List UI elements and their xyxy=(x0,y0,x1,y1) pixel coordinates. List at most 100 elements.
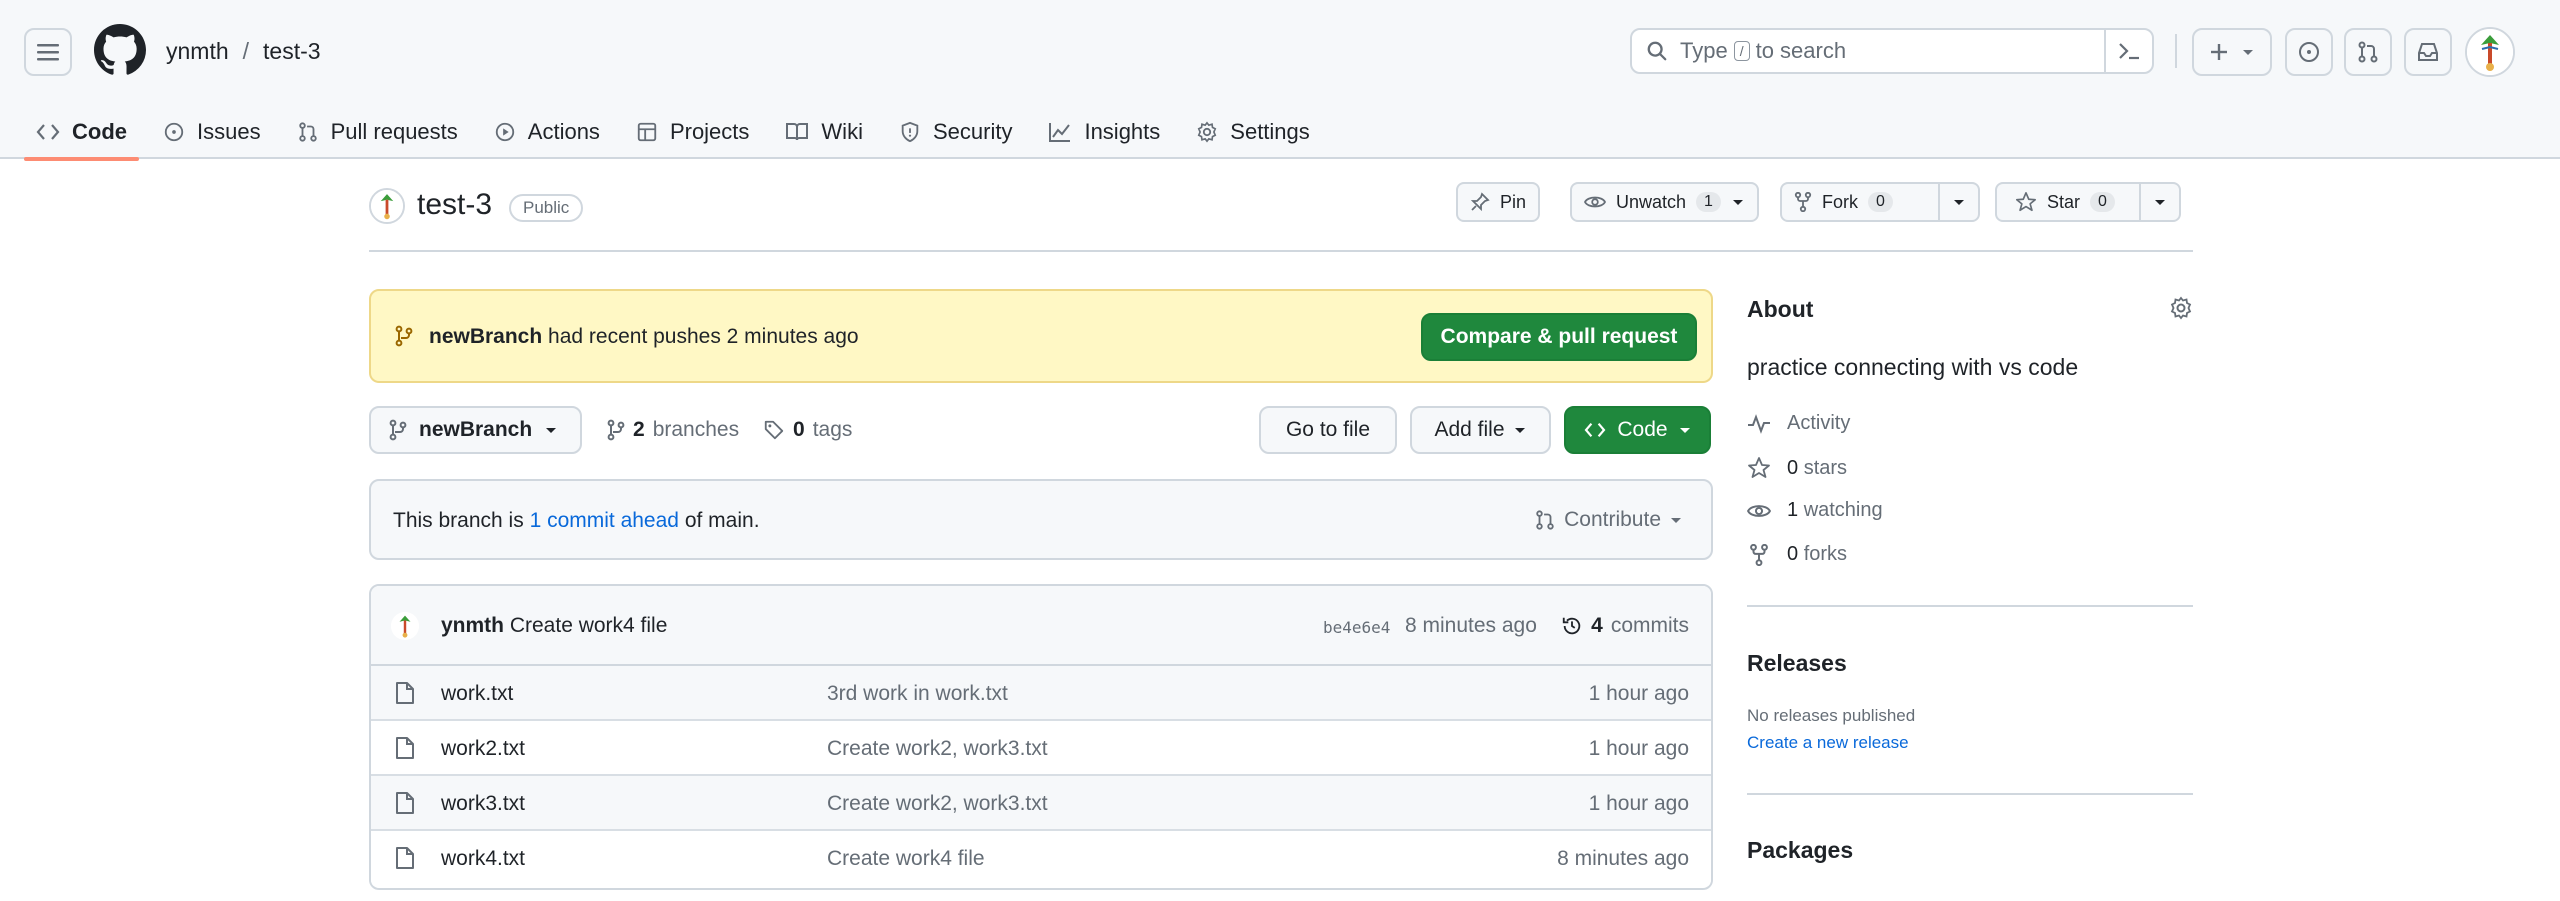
shield-icon xyxy=(901,121,919,142)
tab-pull-requests[interactable]: Pull requests xyxy=(285,104,470,159)
pin-button[interactable]: Pin xyxy=(1456,182,1541,222)
eye-icon xyxy=(1747,504,1771,517)
github-logo-icon[interactable] xyxy=(94,24,146,76)
branches-link[interactable]: 2 branches xyxy=(607,418,739,442)
tab-wiki[interactable]: Wiki xyxy=(773,104,875,159)
commit-author[interactable]: ynmth xyxy=(441,614,504,637)
file-commit-message[interactable]: Create work2, work3.txt xyxy=(827,792,1048,816)
file-list: ynmth Create work4 file be4e6e4 8 minute… xyxy=(369,584,1713,890)
file-name[interactable]: work3.txt xyxy=(441,792,525,816)
tab-actions-label: Actions xyxy=(527,118,600,144)
tab-projects[interactable]: Projects xyxy=(624,104,761,159)
table-row[interactable]: work3.txt Create work2, work3.txt 1 hour… xyxy=(371,776,1711,831)
chevron-down-icon xyxy=(1514,428,1525,433)
gear-icon[interactable] xyxy=(2169,296,2193,320)
star-dropdown[interactable] xyxy=(2139,184,2179,220)
watching-link[interactable]: 1 watching xyxy=(1747,499,1883,522)
commits-history-link[interactable]: 4 commits xyxy=(1561,614,1689,638)
banner-branch-name[interactable]: newBranch xyxy=(429,325,542,348)
create-release-link[interactable]: Create a new release xyxy=(1747,733,1909,753)
file-commit-message[interactable]: Create work4 file xyxy=(827,847,985,871)
fork-dropdown[interactable] xyxy=(1938,184,1978,220)
breadcrumb: ynmth / test-3 xyxy=(166,38,321,65)
file-commit-message[interactable]: Create work2, work3.txt xyxy=(827,737,1048,761)
tab-actions[interactable]: Actions xyxy=(482,104,612,159)
pin-icon xyxy=(1470,192,1490,212)
user-avatar[interactable] xyxy=(2465,27,2515,77)
tab-insights[interactable]: Insights xyxy=(1036,104,1172,159)
file-name[interactable]: work4.txt xyxy=(441,847,525,871)
tab-settings[interactable]: Settings xyxy=(1184,104,1322,159)
table-row[interactable]: work4.txt Create work4 file 8 minutes ag… xyxy=(371,831,1711,886)
slash-key-hint: / xyxy=(1733,41,1750,61)
file-commit-message[interactable]: 3rd work in work.txt xyxy=(827,682,1008,706)
compare-pull-request-button[interactable]: Compare & pull request xyxy=(1421,313,1697,361)
eye-icon xyxy=(1584,196,1606,208)
watch-button[interactable]: Unwatch 1 xyxy=(1570,182,1759,222)
chevron-down-icon xyxy=(1671,518,1681,523)
global-header: ynmth / test-3 Type / to search Code Iss… xyxy=(0,0,2560,161)
tab-pull-requests-label: Pull requests xyxy=(330,118,458,144)
repo-description: practice connecting with vs code xyxy=(1747,354,2079,380)
releases-heading[interactable]: Releases xyxy=(1747,650,1847,677)
file-icon xyxy=(396,792,414,814)
branch-status-prefix: This branch is xyxy=(393,509,524,532)
branch-toolbar: newBranch 2 branches 0 tags Go to file A… xyxy=(369,406,1713,456)
avatar-image-icon xyxy=(371,190,403,222)
star-button[interactable]: Star 0 xyxy=(1995,182,2181,222)
repo-owner-avatar[interactable] xyxy=(369,188,405,224)
file-name[interactable]: work2.txt xyxy=(441,737,525,761)
tab-security[interactable]: Security xyxy=(887,104,1024,159)
breadcrumb-repo[interactable]: test-3 xyxy=(263,38,321,65)
fork-count: 0 xyxy=(1868,192,1893,212)
forks-count: 0 xyxy=(1787,543,1799,565)
pull-request-icon xyxy=(298,121,317,142)
tab-settings-label: Settings xyxy=(1230,118,1310,144)
breadcrumb-owner[interactable]: ynmth xyxy=(166,38,229,65)
inbox-button[interactable] xyxy=(2404,28,2452,76)
menu-button[interactable] xyxy=(24,28,72,76)
no-releases-text: No releases published xyxy=(1747,706,1916,725)
commit-message[interactable]: Create work4 file xyxy=(510,614,668,637)
file-rows: work.txt 3rd work in work.txt 1 hour ago… xyxy=(371,666,1711,888)
forks-link[interactable]: 0 forks xyxy=(1747,543,1847,566)
tags-link[interactable]: 0 tags xyxy=(763,418,852,442)
code-button[interactable]: Code xyxy=(1564,406,1711,454)
contribute-button[interactable]: Contribute xyxy=(1534,508,1683,532)
commits-label: commits xyxy=(1610,614,1689,637)
banner-text: had recent pushes 2 minutes ago xyxy=(548,325,859,348)
commit-author-avatar[interactable] xyxy=(391,612,419,640)
branch-selector[interactable]: newBranch xyxy=(369,406,582,454)
repo-name[interactable]: test-3 xyxy=(417,188,492,222)
chevron-down-icon xyxy=(2155,200,2165,205)
breadcrumb-separator: / xyxy=(242,38,250,64)
stars-link[interactable]: 0 stars xyxy=(1747,456,1847,480)
activity-link[interactable]: Activity xyxy=(1747,412,1850,435)
your-issues-button[interactable] xyxy=(2285,28,2333,76)
branches-label: branches xyxy=(652,418,740,441)
issue-opened-icon xyxy=(2299,42,2319,62)
terminal-icon xyxy=(2119,43,2139,60)
file-name[interactable]: work.txt xyxy=(441,682,513,706)
recent-push-banner: newBranch had recent pushes 2 minutes ag… xyxy=(369,289,1713,383)
table-row[interactable]: work2.txt Create work2, work3.txt 1 hour… xyxy=(371,721,1711,776)
fork-button[interactable]: Fork 0 xyxy=(1780,182,1980,222)
commits-ahead-link[interactable]: 1 commit ahead xyxy=(530,509,679,532)
command-palette-button[interactable] xyxy=(2104,30,2152,72)
chevron-down-icon xyxy=(546,428,557,433)
file-commit-time: 8 minutes ago xyxy=(1557,847,1689,870)
watch-count: 1 xyxy=(1696,192,1721,212)
file-commit-time: 1 hour ago xyxy=(1588,737,1689,760)
add-file-button[interactable]: Add file xyxy=(1410,406,1551,454)
your-pull-requests-button[interactable] xyxy=(2344,28,2392,76)
latest-commit-row: ynmth Create work4 file be4e6e4 8 minute… xyxy=(371,586,1711,666)
create-new-button[interactable] xyxy=(2192,28,2272,76)
commit-sha[interactable]: be4e6e4 xyxy=(1323,618,1390,637)
tab-code[interactable]: Code xyxy=(24,104,139,161)
graph-icon xyxy=(1049,122,1071,142)
search-input[interactable]: Type / to search xyxy=(1630,28,2154,74)
go-to-file-button[interactable]: Go to file xyxy=(1259,406,1397,454)
table-row[interactable]: work.txt 3rd work in work.txt 1 hour ago xyxy=(371,666,1711,721)
tab-issues[interactable]: Issues xyxy=(151,104,273,159)
packages-heading[interactable]: Packages xyxy=(1747,837,1853,864)
